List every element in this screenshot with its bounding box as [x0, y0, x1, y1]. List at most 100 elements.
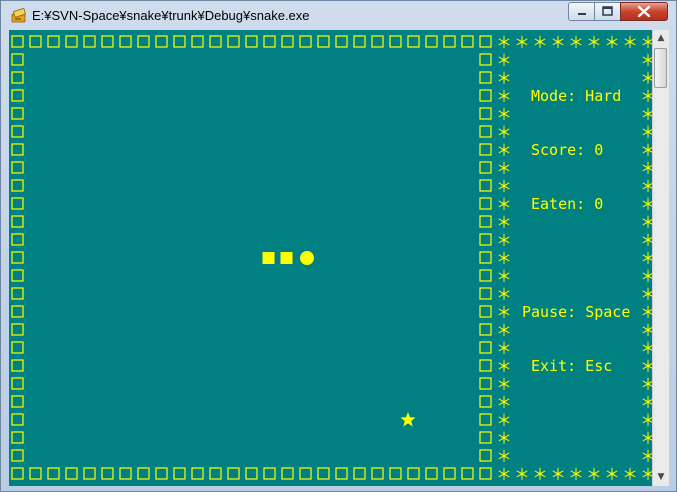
- panel-border-cell: ＊: [640, 213, 652, 232]
- wall-cell: [299, 35, 312, 48]
- panel-border-cell: ＊: [640, 141, 652, 160]
- wall-cell: [479, 323, 492, 336]
- wall-cell: [263, 467, 276, 480]
- wall-cell: [299, 467, 312, 480]
- panel-border-cell: ＊: [496, 69, 512, 88]
- panel-border-cell: ＊: [550, 465, 566, 484]
- panel-border-cell: ＊: [514, 465, 530, 484]
- panel-border-cell: ＊: [496, 105, 512, 124]
- panel-border-cell: ＊: [496, 375, 512, 394]
- panel-border-cell: ＊: [496, 411, 512, 430]
- panel-border-cell: ＊: [550, 33, 566, 52]
- panel-border-cell: ＊: [604, 465, 620, 484]
- wall-cell: [479, 53, 492, 66]
- wall-cell: [389, 35, 402, 48]
- vertical-scrollbar[interactable]: ▲ ▼: [652, 30, 669, 486]
- eaten-label: Eaten: 0: [531, 195, 604, 213]
- panel-border-cell: ＊: [640, 321, 652, 340]
- panel-border-cell: ＊: [604, 33, 620, 52]
- panel-border-cell: ＊: [640, 339, 652, 358]
- wall-cell: [65, 467, 78, 480]
- wall-cell: [479, 395, 492, 408]
- panel-border-cell: ＊: [640, 177, 652, 196]
- wall-cell: [101, 35, 114, 48]
- panel-border-cell: ＊: [586, 33, 602, 52]
- wall-cell: [479, 107, 492, 120]
- panel-border-cell: ＊: [496, 213, 512, 232]
- food-star-icon: [400, 412, 416, 427]
- panel-border-cell: ＊: [496, 33, 512, 52]
- minimize-button[interactable]: [568, 2, 595, 21]
- wall-cell: [11, 413, 24, 426]
- panel-border-cell: ＊: [496, 357, 512, 376]
- wall-cell: [11, 125, 24, 138]
- wall-cell: [11, 269, 24, 282]
- wall-cell: [425, 467, 438, 480]
- maximize-icon: [602, 6, 613, 16]
- panel-border-cell: ＊: [640, 285, 652, 304]
- panel-border-cell: ＊: [496, 303, 512, 322]
- snake-head: [300, 251, 314, 265]
- panel-border-cell: ＊: [496, 231, 512, 250]
- scroll-down-icon[interactable]: ▼: [653, 469, 669, 486]
- wall-cell: [11, 143, 24, 156]
- wall-cell: [11, 53, 24, 66]
- wall-cell: [407, 35, 420, 48]
- wall-cell: [137, 35, 150, 48]
- panel-border-cell: ＊: [640, 231, 652, 250]
- wall-cell: [11, 449, 24, 462]
- wall-cell: [83, 467, 96, 480]
- wall-cell: [263, 35, 276, 48]
- wall-cell: [47, 467, 60, 480]
- close-icon: [637, 5, 651, 18]
- wall-cell: [479, 251, 492, 264]
- wall-cell: [443, 35, 456, 48]
- wall-cell: [281, 467, 294, 480]
- wall-cell: [47, 35, 60, 48]
- wall-cell: [461, 35, 474, 48]
- wall-cell: [245, 35, 258, 48]
- wall-cell: [479, 215, 492, 228]
- maximize-button[interactable]: [594, 2, 621, 21]
- pause-hint: Pause: Space: [522, 303, 631, 321]
- wall-cell: [479, 449, 492, 462]
- panel-border-cell: ＊: [532, 465, 548, 484]
- wall-cell: [191, 35, 204, 48]
- panel-border-cell: ＊: [496, 51, 512, 70]
- panel-border-cell: ＊: [532, 33, 548, 52]
- panel-border-cell: ＊: [640, 123, 652, 142]
- wall-cell: [371, 467, 384, 480]
- panel-border-cell: ＊: [640, 267, 652, 286]
- wall-cell: [227, 467, 240, 480]
- panel-border-cell: ＊: [640, 195, 652, 214]
- panel-border-cell: ＊: [622, 465, 638, 484]
- panel-border-cell: ＊: [496, 195, 512, 214]
- wall-cell: [335, 35, 348, 48]
- wall-cell: [245, 467, 258, 480]
- wall-cell: [29, 35, 42, 48]
- wall-cell: [479, 413, 492, 426]
- panel-border-cell: ＊: [640, 357, 652, 376]
- panel-border-cell: ＊: [640, 447, 652, 466]
- wall-cell: [83, 35, 96, 48]
- snake-body-segment: [280, 252, 293, 264]
- wall-cell: [479, 161, 492, 174]
- wall-cell: [227, 35, 240, 48]
- wall-cell: [443, 467, 456, 480]
- wall-cell: [119, 467, 132, 480]
- wall-cell: [11, 233, 24, 246]
- close-button[interactable]: [620, 2, 668, 21]
- wall-cell: [479, 269, 492, 282]
- wall-cell: [479, 125, 492, 138]
- scroll-thumb[interactable]: [654, 48, 667, 88]
- wall-cell: [371, 35, 384, 48]
- wall-cell: [173, 35, 186, 48]
- title-bar[interactable]: E:¥SVN-Space¥snake¥trunk¥Debug¥snake.exe: [1, 1, 676, 29]
- panel-border-cell: ＊: [496, 267, 512, 286]
- scroll-up-icon[interactable]: ▲: [653, 30, 669, 47]
- console-app-icon: [11, 8, 26, 23]
- wall-cell: [119, 35, 132, 48]
- wall-cell: [155, 35, 168, 48]
- panel-border-cell: ＊: [640, 105, 652, 124]
- wall-cell: [353, 467, 366, 480]
